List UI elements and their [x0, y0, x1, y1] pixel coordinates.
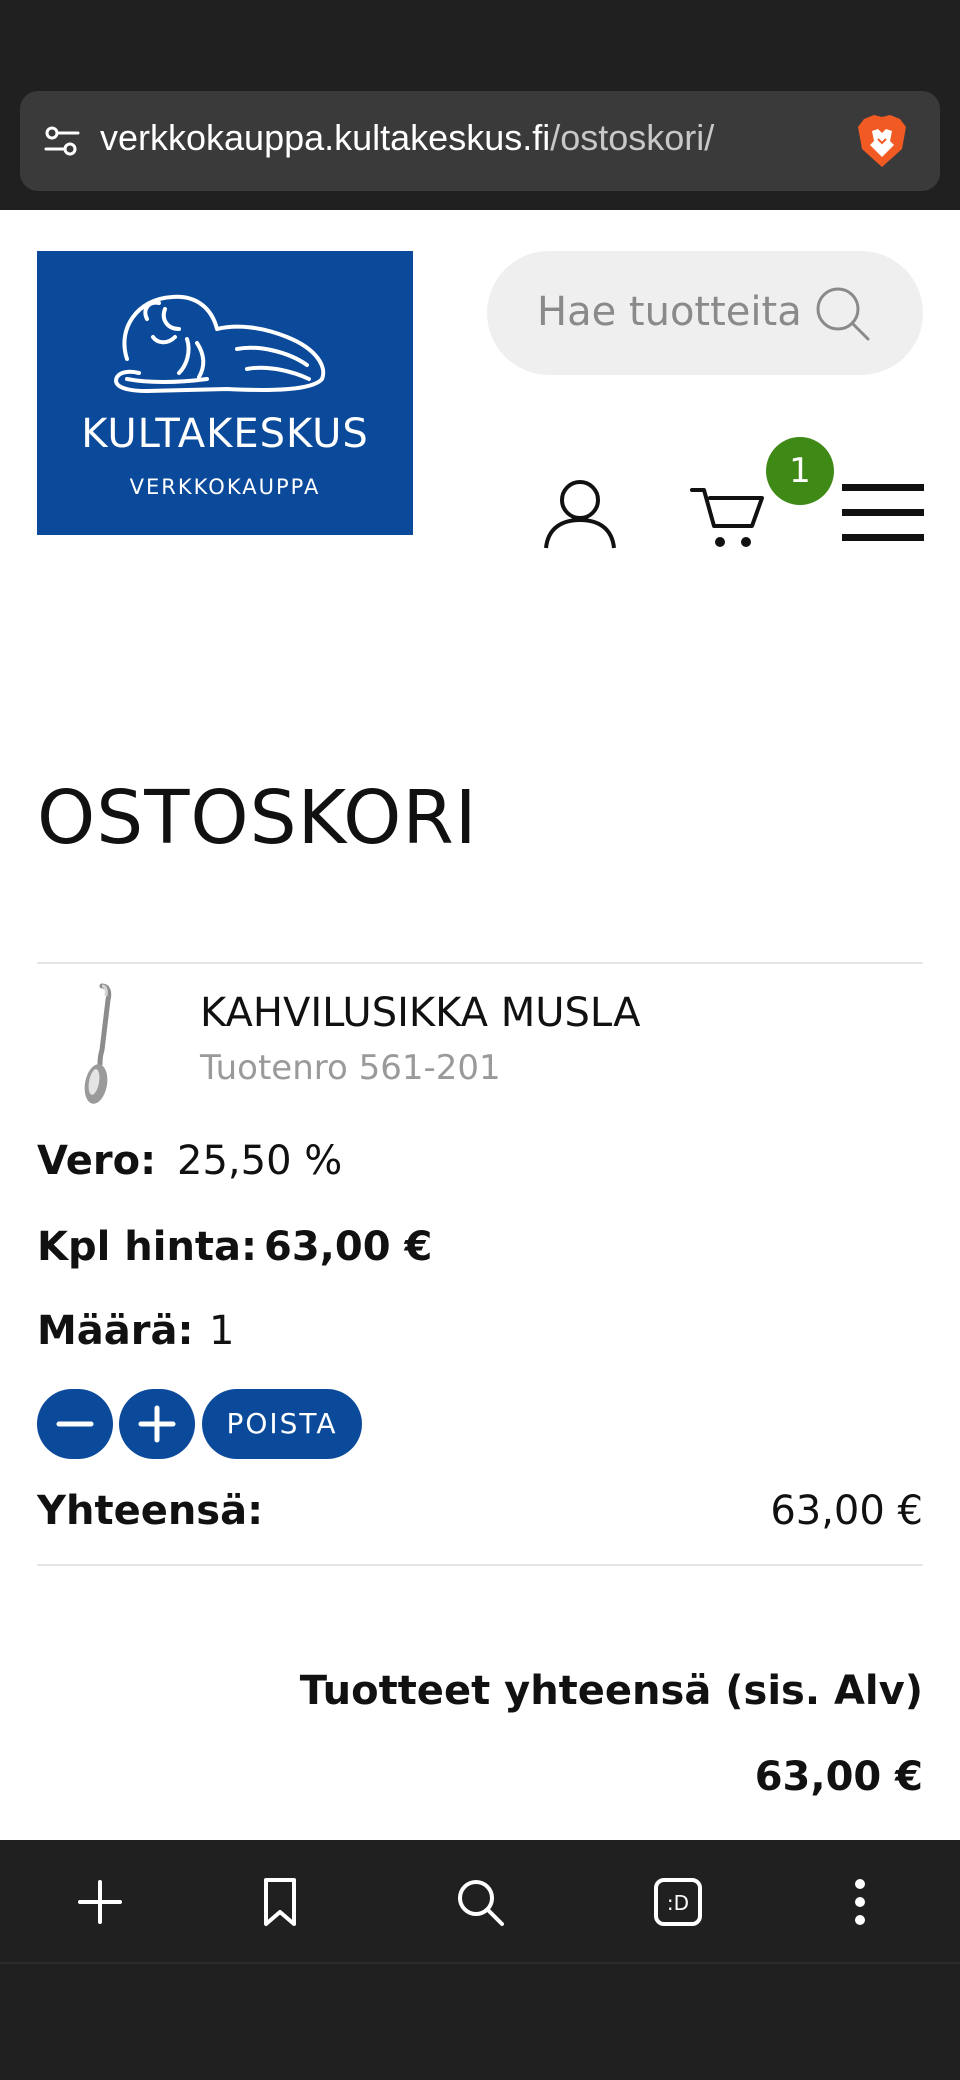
url-host: verkkokauppa.kultakeskus.fi — [100, 117, 551, 158]
cart-icon[interactable] — [688, 478, 768, 550]
status-bar — [0, 0, 960, 90]
subtotal-value: 63,00 € — [770, 1488, 923, 1534]
decrease-quantity-button[interactable] — [37, 1389, 113, 1459]
brave-shield-icon[interactable] — [850, 109, 914, 173]
product-name[interactable]: KAHVILUSIKKA MUSLA — [200, 990, 640, 1036]
product-sku: Tuotenro 561-201 — [200, 1048, 501, 1088]
plus-icon — [138, 1405, 176, 1443]
url-text[interactable]: verkkokauppa.kultakeskus.fi/ostoskori/ — [100, 117, 714, 159]
remove-item-button[interactable]: POISTA — [202, 1389, 362, 1459]
more-icon[interactable] — [834, 1876, 886, 1928]
quantity-label: Määrä: — [37, 1308, 194, 1354]
tax-label: Vero: — [37, 1138, 157, 1184]
product-thumbnail[interactable] — [62, 980, 132, 1110]
tab-switcher-icon[interactable]: :D — [652, 1876, 704, 1928]
total-label: Tuotteet yhteensä (sis. Alv) — [299, 1668, 923, 1714]
plus-icon[interactable] — [74, 1876, 126, 1928]
hamburger-menu-icon[interactable] — [842, 484, 924, 544]
svg-text::D: :D — [667, 1891, 689, 1915]
tax-value: 25,50 % — [177, 1138, 343, 1184]
unit-price-label: Kpl hinta: — [37, 1224, 258, 1270]
logo-name: KULTAKESKUS — [81, 411, 369, 457]
bookmark-icon[interactable] — [254, 1876, 306, 1928]
lion-logo-icon — [114, 294, 326, 393]
unit-price-value: 63,00 € — [264, 1224, 433, 1270]
address-bar[interactable]: verkkokauppa.kultakeskus.fi/ostoskori/ — [20, 91, 940, 191]
search-placeholder: Hae tuotteita — [537, 289, 802, 335]
quantity-value: 1 — [209, 1308, 235, 1354]
search-icon[interactable] — [454, 1876, 506, 1928]
logo-subtitle: VERKKOKAUPPA — [129, 475, 321, 499]
site-logo[interactable]: KULTAKESKUS VERKKOKAUPPA — [37, 251, 413, 535]
system-navigation-bar — [0, 1962, 960, 2080]
cart-count-badge: 1 — [766, 437, 834, 505]
page-title: OSTOSKORI — [37, 775, 478, 861]
site-settings-icon[interactable] — [42, 121, 82, 161]
search-input[interactable]: Hae tuotteita — [487, 251, 923, 375]
browser-bottom-toolbar: :D — [0, 1840, 960, 1962]
search-icon[interactable] — [812, 283, 872, 343]
divider — [37, 1564, 923, 1566]
browser-toolbar: verkkokauppa.kultakeskus.fi/ostoskori/ — [0, 90, 960, 210]
url-path: /ostoskori/ — [550, 117, 715, 158]
increase-quantity-button[interactable] — [119, 1389, 195, 1459]
divider — [37, 962, 923, 964]
subtotal-label: Yhteensä: — [37, 1488, 264, 1534]
minus-icon — [56, 1421, 94, 1427]
account-icon[interactable] — [540, 478, 620, 550]
total-value: 63,00 € — [754, 1754, 923, 1800]
